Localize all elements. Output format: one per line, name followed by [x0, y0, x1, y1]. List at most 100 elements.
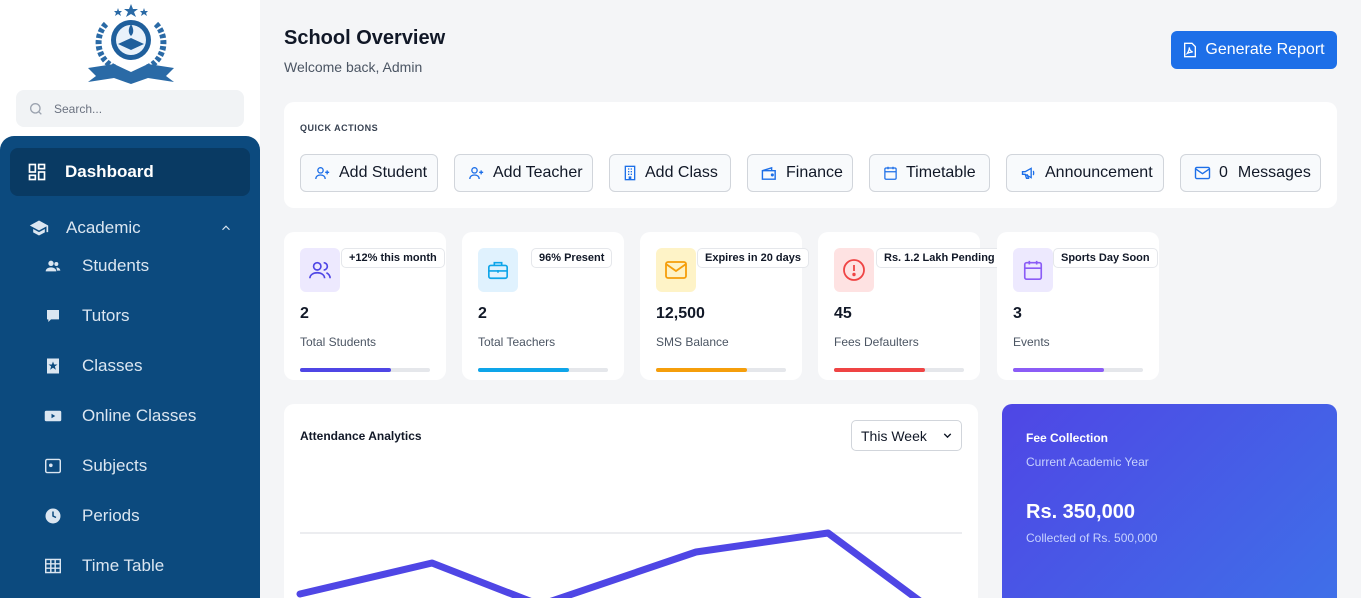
fee-collection-card: Fee Collection Current Academic Year Rs.… — [1002, 404, 1337, 598]
sidebar-item-online-classes[interactable]: Online Classes — [44, 404, 196, 428]
page-title: School Overview — [284, 27, 446, 49]
chevron-down-icon — [943, 433, 952, 439]
stat-value: 2 — [300, 305, 309, 322]
finance-button[interactable]: Finance — [747, 154, 853, 192]
sidebar-item-students[interactable]: Students — [44, 254, 149, 278]
stat-icon-box — [300, 248, 340, 292]
announcement-label: Announcement — [1045, 164, 1153, 181]
add-teacher-button[interactable]: Add Teacher — [454, 154, 593, 192]
stat-progress-track — [1013, 368, 1143, 372]
sidebar-item-tutors[interactable]: Tutors — [44, 304, 130, 328]
sidebar-item-label: Periods — [82, 506, 140, 525]
messages-label: Messages — [1237, 164, 1311, 181]
school-logo-icon — [88, 4, 174, 84]
sidebar-section-academic[interactable]: Academic — [28, 216, 233, 240]
timetable-button[interactable]: Timetable — [869, 154, 990, 192]
users-icon — [309, 261, 331, 279]
attendance-title: Attendance Analytics — [300, 429, 422, 443]
stat-card-total-students[interactable]: +12% this month 2 Total Students — [284, 232, 446, 380]
graduation-cap-icon — [29, 220, 49, 236]
sidebar: Dashboard Academic Students Tutors Class… — [0, 0, 260, 598]
stat-icon-box — [656, 248, 696, 292]
stat-label: Fees Defaulters — [834, 335, 919, 349]
wallet-icon — [761, 166, 776, 180]
stat-progress-track — [834, 368, 964, 372]
sidebar-item-label: Students — [82, 256, 150, 275]
video-icon — [44, 410, 62, 422]
sidebar-item-label: Tutors — [82, 306, 130, 325]
chevron-up-icon[interactable] — [219, 221, 233, 235]
stat-progress-fill — [300, 368, 391, 372]
sidebar-nav: Dashboard Academic Students Tutors Class… — [0, 136, 260, 598]
search-box[interactable] — [16, 90, 244, 127]
timetable-label: Timetable — [906, 164, 976, 181]
sidebar-section-label: Academic — [66, 218, 141, 237]
stat-progress-track — [300, 368, 430, 372]
add-student-button[interactable]: Add Student — [300, 154, 438, 192]
dashboard-icon — [28, 163, 46, 181]
search-icon — [30, 102, 42, 115]
sidebar-item-periods[interactable]: Periods — [44, 504, 140, 528]
sidebar-item-label: Dashboard — [65, 162, 154, 181]
stat-label: Events — [1013, 335, 1050, 349]
fee-collection-target: Collected of Rs. 500,000 — [1026, 531, 1158, 545]
calendar-icon — [884, 166, 897, 180]
stat-value: 2 — [478, 305, 487, 322]
add-teacher-label: Add Teacher — [493, 164, 583, 181]
users-icon — [45, 260, 61, 272]
stat-icon-box — [478, 248, 518, 292]
attendance-line — [296, 529, 922, 598]
search-input[interactable] — [54, 101, 234, 116]
stat-card-fees-defaulters[interactable]: Rs. 1.2 Lakh Pending 45 Fees Defaulters — [818, 232, 1003, 380]
stat-label: Total Students — [300, 335, 377, 349]
stat-card-sms-balance[interactable]: Expires in 20 days 12,500 SMS Balance — [640, 232, 809, 380]
subject-icon — [45, 458, 61, 474]
stat-badge: Sports Day Soon — [1053, 248, 1158, 268]
messages-count: 0 — [1219, 164, 1228, 181]
sidebar-item-label: Online Classes — [82, 406, 197, 425]
stat-progress-track — [656, 368, 786, 372]
generate-report-button[interactable]: Generate Report — [1171, 31, 1337, 69]
generate-report-label: Generate Report — [1205, 41, 1325, 58]
stat-progress-fill — [656, 368, 747, 372]
star-square-icon — [47, 358, 59, 374]
messages-button[interactable]: 0 Messages — [1180, 154, 1321, 192]
stat-card-total-teachers[interactable]: 96% Present 2 Total Teachers — [462, 232, 624, 380]
add-class-button[interactable]: Add Class — [609, 154, 731, 192]
sidebar-item-classes[interactable]: Classes — [44, 354, 142, 378]
stat-badge: +12% this month — [341, 248, 445, 268]
quick-actions-title: QUICK ACTIONS — [300, 123, 379, 133]
mail-icon — [665, 261, 687, 279]
stat-card-events[interactable]: Sports Day Soon 3 Events — [997, 232, 1159, 380]
quick-actions-card: QUICK ACTIONS Add Student Add Teacher Ad… — [284, 102, 1337, 208]
grid-icon — [45, 558, 61, 574]
finance-label: Finance — [786, 164, 843, 181]
fee-collection-amount: Rs. 350,000 — [1026, 501, 1135, 523]
stat-label: SMS Balance — [656, 335, 729, 349]
period-select[interactable]: This Week — [851, 420, 962, 451]
stat-progress-fill — [834, 368, 925, 372]
stat-badge: Rs. 1.2 Lakh Pending — [876, 248, 1003, 268]
sidebar-item-label: Classes — [82, 356, 143, 375]
stat-progress-track — [478, 368, 608, 372]
sidebar-item-label: Subjects — [82, 456, 148, 475]
stat-icon-box — [834, 248, 874, 292]
file-pdf-icon — [1184, 42, 1197, 58]
user-plus-icon — [315, 167, 330, 180]
briefcase-icon — [488, 261, 508, 280]
announcement-button[interactable]: Announcement — [1006, 154, 1164, 192]
alert-circle-icon — [843, 259, 865, 281]
stat-progress-fill — [1013, 368, 1104, 372]
period-select-value: This Week — [861, 427, 927, 444]
add-class-label: Add Class — [645, 164, 718, 181]
add-student-label: Add Student — [339, 164, 428, 181]
stat-icon-box — [1013, 248, 1053, 292]
page-subtitle: Welcome back, Admin — [284, 59, 423, 75]
sidebar-item-subjects[interactable]: Subjects — [44, 454, 147, 478]
mail-icon — [1194, 166, 1211, 180]
attendance-analytics-card: Attendance Analytics This Week — [284, 404, 978, 598]
sidebar-item-time-table[interactable]: Time Table — [44, 554, 164, 578]
stat-value: 12,500 — [656, 305, 705, 322]
sidebar-item-dashboard[interactable]: Dashboard — [10, 148, 250, 196]
building-icon — [624, 165, 636, 181]
